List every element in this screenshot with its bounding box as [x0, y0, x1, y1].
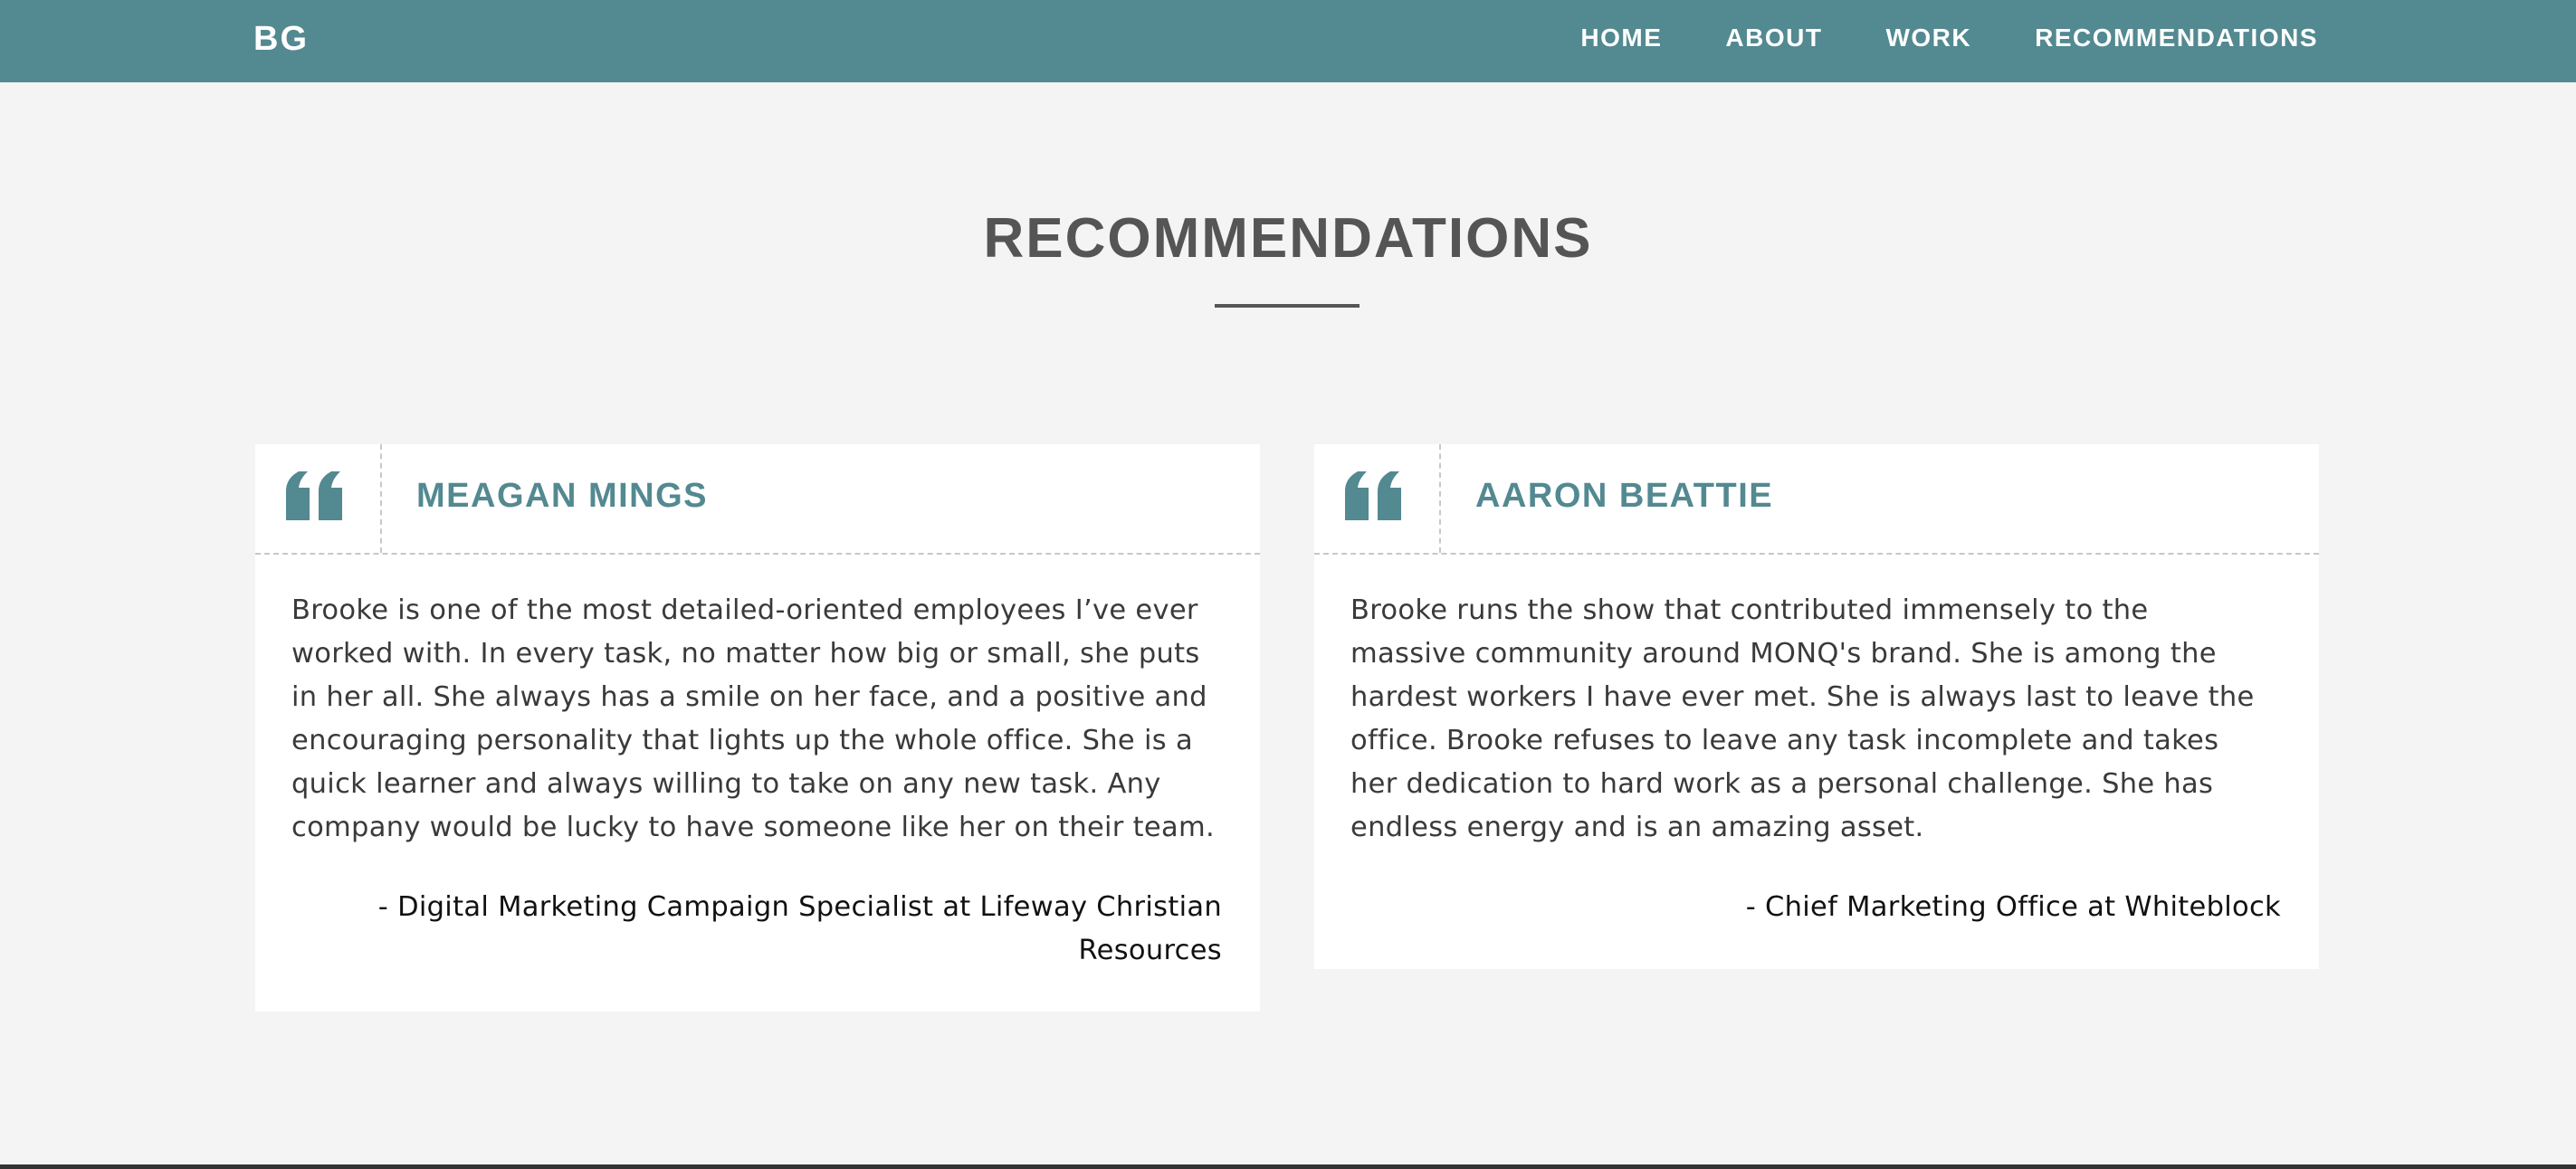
- quote-icon: [286, 471, 342, 520]
- recommendation-text: Brooke is one of the most detailed-orien…: [291, 594, 1215, 843]
- recommendation-card: MEAGAN MINGS Brooke is one of the most d…: [255, 444, 1260, 1012]
- card-header: MEAGAN MINGS: [255, 444, 1260, 555]
- quote-icon: [1345, 471, 1401, 520]
- title-underline: [1215, 304, 1360, 308]
- nav-link-recommendations[interactable]: RECOMMENDATIONS: [2035, 24, 2318, 52]
- nav-link-work[interactable]: WORK: [1885, 24, 1971, 52]
- recommendation-text: Brooke runs the show that contributed im…: [1350, 594, 2255, 843]
- recommender-title: - Digital Marketing Campaign Specialist …: [377, 891, 1222, 966]
- recommender-name: MEAGAN MINGS: [416, 477, 708, 515]
- recommender-name: AARON BEATTIE: [1475, 477, 1774, 515]
- brand-logo[interactable]: BG: [253, 20, 309, 59]
- quote-icon-box: [1314, 444, 1441, 553]
- nav-link-home[interactable]: HOME: [1580, 24, 1662, 52]
- top-navbar: BG HOME ABOUT WORK RECOMMENDATIONS: [0, 0, 2576, 82]
- recommendation-card: AARON BEATTIE Brooke runs the show that …: [1314, 444, 2319, 969]
- section-title: RECOMMENDATIONS: [983, 207, 1593, 270]
- quote-icon-box: [255, 444, 382, 553]
- recommender-title: - Chief Marketing Office at Whiteblock: [1745, 891, 2281, 923]
- nav-link-about[interactable]: ABOUT: [1725, 24, 1822, 52]
- footer-divider: [0, 1164, 2576, 1169]
- nav-links: HOME ABOUT WORK RECOMMENDATIONS: [1580, 24, 2318, 52]
- card-header: AARON BEATTIE: [1314, 444, 2319, 555]
